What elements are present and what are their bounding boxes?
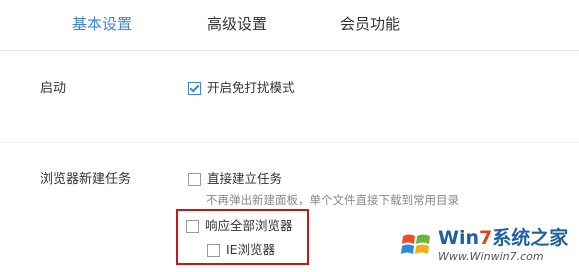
- tab-member-features[interactable]: 会员功能: [340, 13, 400, 35]
- startup-section-label: 启动: [40, 81, 67, 96]
- browser-task-section-label: 浏览器新建任务: [40, 172, 132, 187]
- do-not-disturb-label: 开启免打扰模式: [207, 80, 295, 95]
- direct-create-task-option[interactable]: 直接建立任务: [188, 171, 282, 187]
- direct-create-task-label: 直接建立任务: [207, 171, 283, 186]
- annotation-highlight-box: [176, 209, 309, 265]
- direct-create-task-checkbox[interactable]: [188, 172, 201, 186]
- windows-logo-icon: [401, 234, 430, 254]
- settings-tab-bar: 基本设置 高级设置 会员功能: [0, 0, 579, 51]
- watermark-title: Win7系统之家: [438, 226, 569, 249]
- direct-create-task-description: 不再弹出新建面板，单个文件直接下载到常用目录: [206, 193, 459, 207]
- do-not-disturb-option[interactable]: 开启免打扰模式: [188, 80, 295, 96]
- do-not-disturb-checkbox[interactable]: [188, 81, 201, 95]
- site-watermark: Win7系统之家 Www.Winwin7.com: [400, 223, 575, 267]
- tab-basic-settings[interactable]: 基本设置: [72, 13, 132, 35]
- watermark-url: Www.Winwin7.com: [438, 249, 544, 263]
- tab-advanced-settings[interactable]: 高级设置: [207, 13, 267, 35]
- section-divider: [0, 142, 579, 143]
